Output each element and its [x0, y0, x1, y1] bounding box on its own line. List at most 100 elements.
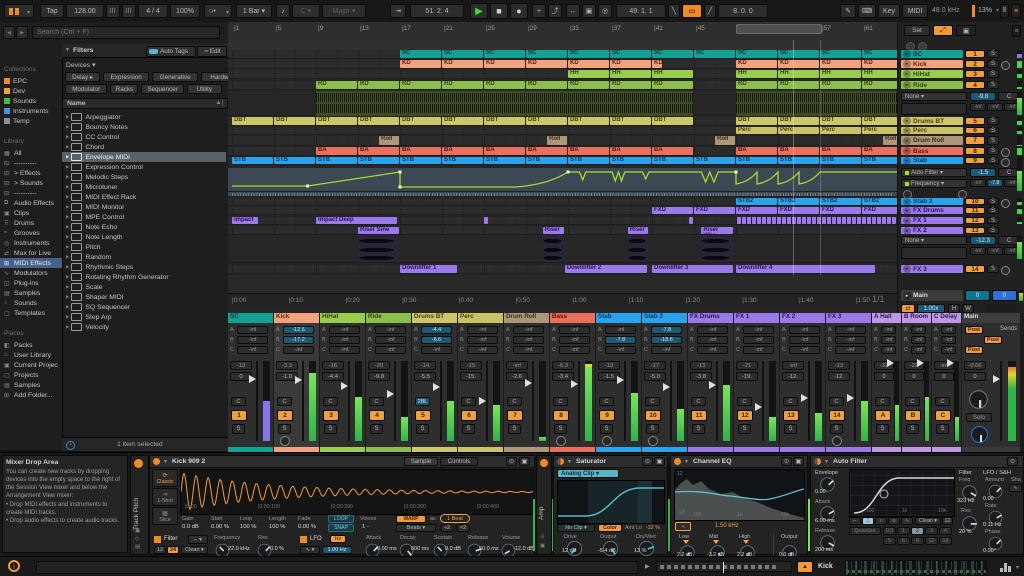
- clip[interactable]: Riser: [543, 227, 564, 234]
- session-record-button[interactable]: ▣: [582, 4, 596, 18]
- lfo-checkbox[interactable]: [300, 536, 307, 543]
- sidebar-item-templates[interactable]: ▢Templates: [0, 308, 62, 318]
- volume-field[interactable]: 0: [964, 372, 986, 381]
- send-amount-field[interactable]: -inf: [697, 326, 728, 334]
- clip[interactable]: Impact Deep: [316, 217, 397, 224]
- solo-button[interactable]: S: [987, 70, 999, 78]
- send-amount-field[interactable]: -inf: [467, 346, 498, 354]
- fader-slot[interactable]: [302, 361, 304, 441]
- track-number-box[interactable]: 1: [231, 410, 247, 421]
- sidebar-item-temp[interactable]: Temp: [0, 116, 62, 126]
- overdub-button[interactable]: +: [532, 4, 546, 18]
- computer-midi-keyboard-button[interactable]: ⌨: [858, 4, 876, 18]
- clip[interactable]: [484, 217, 488, 224]
- clip[interactable]: BA: [820, 147, 861, 155]
- clip[interactable]: DBT: [232, 117, 273, 125]
- fader-handle[interactable]: [249, 375, 256, 383]
- clip[interactable]: BA: [316, 147, 357, 155]
- track-lane[interactable]: DBTDBTDBTDBTDBTDBTDBTDBTDBTDBTDBTDBTDBTD…: [228, 117, 897, 126]
- track-header-hihat[interactable]: ▸HiHat: [901, 70, 963, 78]
- clip[interactable]: DBT: [400, 117, 441, 125]
- clip[interactable]: HH: [568, 70, 609, 78]
- warp-size-pill[interactable]: 1 Beat: [440, 514, 470, 523]
- clip[interactable]: HH: [778, 70, 819, 78]
- zoom-height-button[interactable]: H: [948, 304, 960, 313]
- arm-monitor-button[interactable]: [1001, 266, 1010, 275]
- clip[interactable]: DBT: [736, 117, 777, 125]
- clip[interactable]: DBT: [526, 117, 567, 125]
- track-lane[interactable]: [228, 91, 897, 116]
- clip[interactable]: BA: [778, 147, 819, 155]
- send-amount-field[interactable]: -inf: [911, 326, 926, 334]
- hotswap-icon[interactable]: ⊙: [506, 457, 517, 466]
- arm-monitor-button[interactable]: [280, 436, 290, 446]
- unfold-track-icon[interactable]: ▸: [903, 50, 911, 58]
- track-number[interactable]: 14: [965, 265, 985, 273]
- filter-shape-button[interactable]: ∿: [901, 517, 913, 525]
- unfold-track-icon[interactable]: ▸: [903, 117, 911, 125]
- solo-button[interactable]: S: [692, 424, 705, 434]
- peak-level-field[interactable]: -3.3: [276, 361, 298, 370]
- clip[interactable]: Roll: [715, 136, 735, 145]
- clip[interactable]: STB: [400, 157, 441, 164]
- solo-button[interactable]: S: [876, 424, 889, 434]
- filter-chip-racks[interactable]: Racks: [110, 84, 138, 94]
- track-volume-field[interactable]: -9.8: [970, 92, 996, 101]
- fader-handle[interactable]: [387, 390, 394, 398]
- clip[interactable]: SC: [526, 50, 567, 58]
- clip[interactable]: SC: [484, 50, 525, 58]
- pan-field[interactable]: C: [553, 397, 568, 406]
- clip[interactable]: DBT: [358, 117, 399, 125]
- pan-field[interactable]: C: [599, 397, 614, 406]
- control-chooser-box[interactable]: [901, 247, 967, 259]
- send-amount-field[interactable]: -inf: [789, 326, 820, 334]
- track-lane[interactable]: ImpactImpact Deep: [228, 217, 897, 225]
- warp-toggle[interactable]: WARP: [396, 515, 426, 523]
- browser-list-item[interactable]: ▶Chord: [62, 142, 226, 152]
- mixer-strip-bass[interactable]: BassA-infB-infC-inf-6.3-3.4C8S: [550, 313, 595, 452]
- clip[interactable]: STB: [316, 157, 357, 164]
- track-number-box[interactable]: B: [905, 410, 921, 421]
- fader-handle[interactable]: [341, 382, 348, 390]
- sidebar-item-clips[interactable]: ▣Clips: [0, 208, 62, 218]
- volume-field[interactable]: 0: [934, 372, 954, 381]
- mixer-strip-drums-bt[interactable]: Drums BTA-4.4B-6.6C-inf-14-5.528L5S: [412, 313, 457, 452]
- snap-toggle[interactable]: SNAP: [328, 524, 354, 532]
- send-amount-field[interactable]: -inf: [283, 346, 314, 354]
- unfold-track-icon[interactable]: ▸: [903, 265, 911, 273]
- filter-shape-button[interactable]: ∪: [888, 517, 900, 525]
- track-number[interactable]: 10: [965, 198, 985, 205]
- track-header-ride[interactable]: ▸Ride: [901, 81, 963, 89]
- record-button[interactable]: ●: [510, 3, 528, 19]
- clip[interactable]: DBT: [568, 117, 609, 125]
- device-activator-led[interactable]: [557, 458, 564, 465]
- sidebar-item-all[interactable]: ▦All: [0, 148, 62, 158]
- quantize-value-button[interactable]: 16: [939, 537, 952, 545]
- fader-handle[interactable]: [525, 379, 532, 387]
- fader-slot[interactable]: [670, 361, 672, 441]
- solo-button[interactable]: S: [987, 265, 999, 273]
- fader-slot[interactable]: [1000, 361, 1002, 441]
- saturation-mode-menu[interactable]: Analog Clip ▾: [557, 469, 619, 478]
- automation-arm-button[interactable]: ⤴: [548, 4, 562, 18]
- unfold-track-icon[interactable]: ▸: [903, 157, 911, 164]
- clip[interactable]: DBT: [610, 117, 651, 125]
- clip[interactable]: STB: [652, 157, 693, 164]
- quantize-value-button[interactable]: 6: [897, 537, 910, 545]
- clip[interactable]: RD: [400, 81, 441, 89]
- track-number[interactable]: 1: [965, 50, 985, 58]
- clip[interactable]: DBT: [484, 117, 525, 125]
- clip[interactable]: BA: [400, 147, 441, 155]
- solo-button[interactable]: S: [987, 198, 999, 205]
- half-tempo-button[interactable]: ÷2: [440, 524, 454, 532]
- track-number[interactable]: 13: [965, 227, 985, 234]
- tab-controls[interactable]: Controls: [440, 457, 478, 466]
- clip[interactable]: RD: [358, 81, 399, 89]
- tempo-follow-icon[interactable]: ⇄: [901, 304, 915, 313]
- send-amount-field[interactable]: -inf: [375, 326, 406, 334]
- filter-circuit-menu[interactable]: Clean ▾: [181, 546, 208, 554]
- clip[interactable]: STB2: [820, 198, 861, 205]
- send-field[interactable]: -inf: [970, 179, 986, 187]
- clip[interactable]: FXD: [694, 207, 735, 214]
- browser-back-button[interactable]: ◀: [3, 26, 15, 39]
